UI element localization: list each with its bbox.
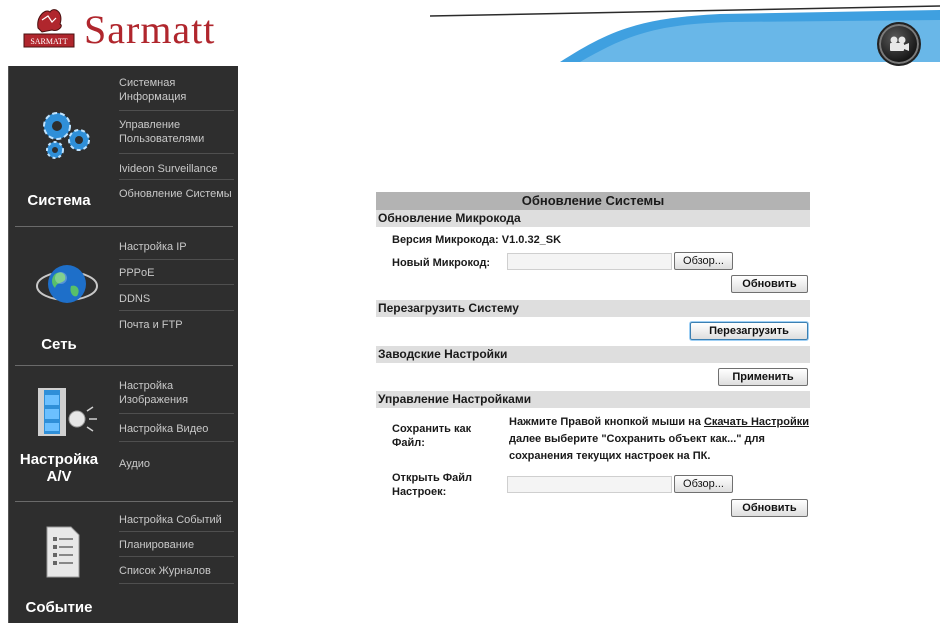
menu-ivideon[interactable]: Ivideon Surveillance bbox=[119, 162, 239, 176]
firmware-version-value: V1.0.32_SK bbox=[501, 234, 562, 246]
film-speaker-icon bbox=[38, 388, 97, 436]
sarmatt-logo: SARMATT bbox=[23, 9, 75, 48]
sidebar-section-system: Система Системная Информация Управление … bbox=[9, 66, 239, 226]
settings-update-button[interactable]: Обновить bbox=[731, 499, 808, 517]
divider bbox=[119, 441, 234, 442]
divider bbox=[119, 531, 234, 532]
save-instructions-text-end: далее выберите "Сохранить объект как..."… bbox=[509, 433, 765, 462]
firmware-file-input[interactable] bbox=[507, 253, 672, 270]
reboot-button[interactable]: Перезагрузить bbox=[690, 322, 808, 340]
settings-browse-button[interactable]: Обзор... bbox=[674, 475, 733, 493]
firmware-block: Версия Микрокода: V1.0.32_SK Новый Микро… bbox=[376, 227, 810, 300]
divider bbox=[119, 284, 234, 285]
section-divider bbox=[15, 226, 233, 227]
video-camera-icon bbox=[890, 36, 909, 51]
divider bbox=[119, 310, 234, 311]
menu-pppoe[interactable]: PPPoE bbox=[119, 266, 239, 280]
menu-ip-settings[interactable]: Настройка IP bbox=[119, 240, 239, 254]
section-divider bbox=[15, 365, 233, 366]
menu-user-management[interactable]: Управление Пользователями bbox=[119, 118, 239, 146]
firmware-version: Версия Микрокода: V1.0.32_SK bbox=[392, 234, 561, 246]
section-header-firmware: Обновление Микрокода bbox=[376, 210, 810, 227]
divider bbox=[119, 110, 234, 111]
brand-name: Sarmatt bbox=[84, 7, 216, 52]
save-as-file-label: Сохранить как Файл: bbox=[392, 423, 472, 449]
page-title: Обновление Системы bbox=[376, 192, 810, 210]
menu-schedule[interactable]: Планирование bbox=[119, 538, 239, 552]
factory-block: Применить bbox=[376, 363, 810, 391]
menu-mail-ftp[interactable]: Почта и FTP bbox=[119, 318, 239, 332]
menu-ddns[interactable]: DDNS bbox=[119, 292, 239, 306]
document-list-icon bbox=[46, 526, 80, 578]
open-settings-file-label: Открыть Файл Настроек: bbox=[392, 472, 473, 498]
firmware-update-button[interactable]: Обновить bbox=[731, 275, 808, 293]
divider bbox=[119, 556, 234, 557]
firmware-version-label: Версия Микрокода: bbox=[392, 234, 499, 246]
section-title-av[interactable]: Настройка A/V bbox=[9, 451, 109, 485]
menu-system-info[interactable]: Системная Информация bbox=[119, 76, 239, 104]
download-settings-link[interactable]: Скачать Настройки bbox=[704, 416, 809, 428]
settings-file-input[interactable] bbox=[507, 476, 672, 493]
reboot-block: Перезагрузить bbox=[376, 317, 810, 346]
divider bbox=[119, 179, 234, 180]
sidebar: Система Системная Информация Управление … bbox=[8, 66, 238, 623]
section-title-network[interactable]: Сеть bbox=[9, 336, 109, 353]
sidebar-section-network: Сеть Настройка IP PPPoE DDNS Почта и FTP bbox=[9, 228, 239, 363]
section-header-settings: Управление Настройками bbox=[376, 391, 810, 408]
logo-text: SARMATT bbox=[30, 37, 67, 46]
settings-block: Сохранить как Файл: Нажмите Правой кнопк… bbox=[376, 408, 810, 528]
menu-audio[interactable]: Аудио bbox=[119, 457, 239, 471]
system-update-panel: Обновление Системы Обновление Микрокода … bbox=[376, 192, 810, 528]
menu-image-settings[interactable]: Настройка Изображения bbox=[119, 379, 239, 407]
gears-icon bbox=[43, 112, 90, 159]
sidebar-section-events: Событие Настройка Событий Планирование С… bbox=[9, 503, 239, 623]
save-instructions-text: Нажмите Правой кнопкой мыши на bbox=[509, 416, 704, 428]
section-title-system[interactable]: Система bbox=[9, 192, 109, 209]
divider bbox=[119, 259, 234, 260]
menu-log-list[interactable]: Список Журналов bbox=[119, 564, 239, 578]
section-title-events[interactable]: Событие bbox=[9, 599, 109, 616]
factory-apply-button[interactable]: Применить bbox=[718, 368, 808, 386]
menu-event-settings[interactable]: Настройка Событий bbox=[119, 513, 239, 527]
divider bbox=[119, 583, 234, 584]
save-instructions: Нажмите Правой кнопкой мыши на Скачать Н… bbox=[509, 414, 819, 465]
new-firmware-label: Новый Микрокод: bbox=[392, 257, 491, 269]
menu-video-settings[interactable]: Настройка Видео bbox=[119, 422, 239, 436]
menu-system-update[interactable]: Обновление Системы bbox=[119, 187, 239, 201]
live-view-button[interactable] bbox=[877, 22, 921, 66]
globe-icon bbox=[36, 265, 98, 303]
section-header-factory: Заводские Настройки bbox=[376, 346, 810, 363]
section-header-reboot: Перезагрузить Систему bbox=[376, 300, 810, 317]
divider bbox=[119, 153, 234, 154]
divider bbox=[119, 413, 234, 414]
sidebar-section-av: Настройка A/V Настройка Изображения Наст… bbox=[9, 367, 239, 499]
firmware-browse-button[interactable]: Обзор... bbox=[674, 252, 733, 270]
header: SARMATT Sarmatt bbox=[0, 0, 940, 66]
section-divider bbox=[15, 501, 233, 502]
